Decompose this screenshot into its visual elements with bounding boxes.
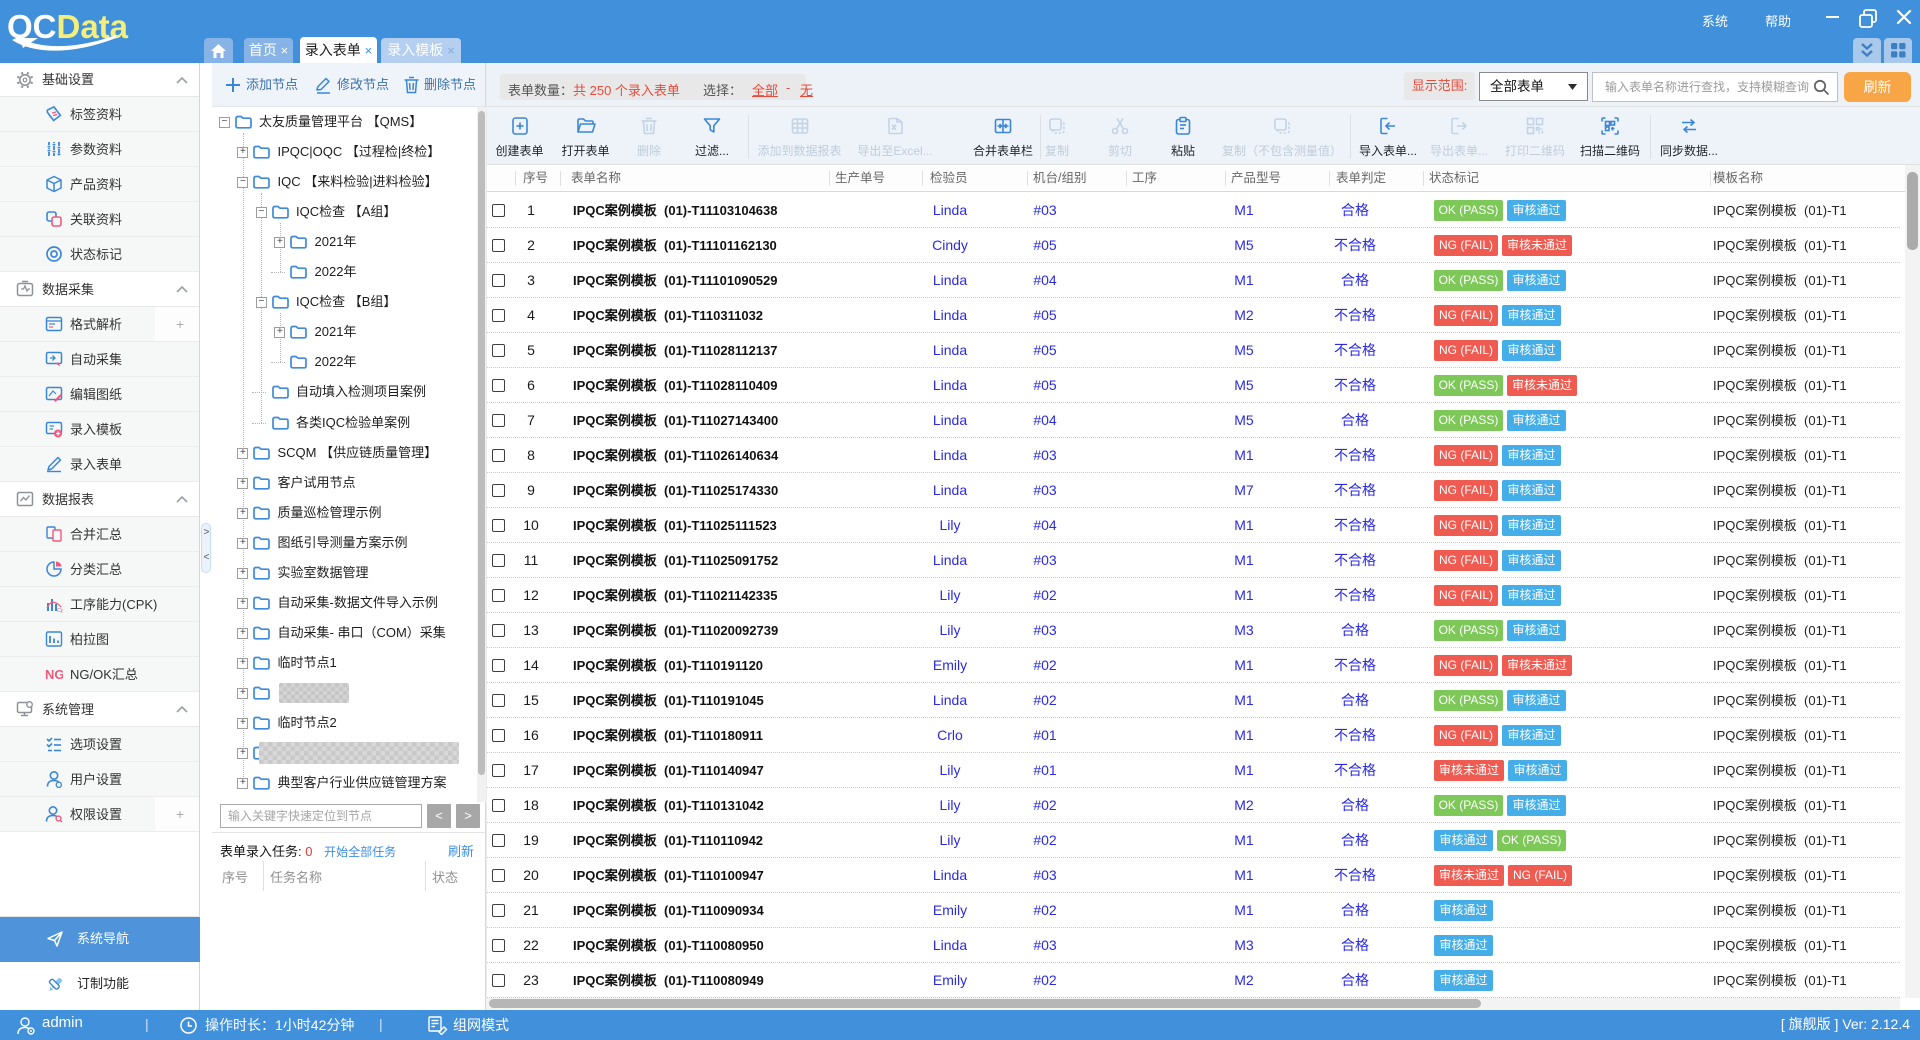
svg-text:NG: NG [45,667,63,682]
svg-text:Cpk: Cpk [57,608,63,613]
